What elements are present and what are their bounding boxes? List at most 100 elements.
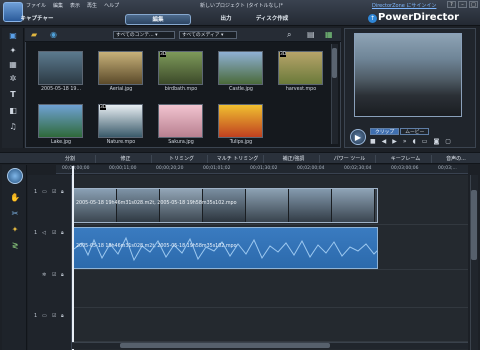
- library-thumbnail[interactable]: [98, 51, 143, 85]
- video-track-icon: ▭: [42, 189, 47, 195]
- scissors-icon[interactable]: ✂: [8, 209, 22, 221]
- audio-clip-label: 2005-05-18 19h46m31s028.m2t, 2005-05-18 …: [76, 244, 237, 249]
- track-divider: [72, 269, 468, 270]
- signin-link[interactable]: DirectorZone にサインイン: [372, 2, 436, 9]
- audio-tool-icon[interactable]: ≷: [8, 241, 22, 253]
- library-thumbnail[interactable]: 3D: [158, 51, 203, 85]
- menu-view[interactable]: 表示: [70, 2, 80, 9]
- library-thumbnail[interactable]: [158, 104, 203, 138]
- audio-mixing-icon[interactable]: ♫: [6, 122, 20, 134]
- help-button[interactable]: ?: [447, 1, 456, 8]
- lock-icon[interactable]: 🔒︎: [61, 272, 64, 278]
- library-thumbnail[interactable]: [218, 51, 263, 85]
- play-button[interactable]: ▶: [350, 129, 366, 145]
- import-folder-icon[interactable]: ▰: [31, 30, 37, 39]
- document-title: 新しいプロジェクト (タイトルなし)*: [200, 3, 283, 9]
- lock-icon[interactable]: 🔒︎: [61, 230, 64, 236]
- track-divider: [72, 307, 468, 308]
- library-item-label: Tulips.jpg: [229, 140, 253, 145]
- search-icon[interactable]: ⌕: [287, 30, 291, 40]
- media-filter-dropdown[interactable]: すべてのメディア ▾: [179, 31, 237, 39]
- enhance-button[interactable]: 補正/強調: [263, 155, 323, 163]
- wand-icon[interactable]: ✦: [8, 225, 22, 237]
- library-item-label: 2005-05-18 19...: [40, 87, 82, 92]
- transition-room-icon[interactable]: ◧: [6, 106, 20, 118]
- tab-capture[interactable]: キャプチャー: [4, 14, 70, 25]
- clip-movie-toggle: クリップ ムービー: [370, 128, 430, 135]
- particle-room-icon[interactable]: ✲: [6, 74, 20, 86]
- track-checkbox[interactable]: ☑: [52, 272, 56, 278]
- timeline-horizontal-scrollbar-thumb[interactable]: [120, 343, 330, 348]
- ruler-tick-label: 00;01;01;02: [203, 166, 231, 171]
- brand-logo: PowerDirector: [378, 12, 460, 23]
- fix-button[interactable]: 修正: [95, 155, 155, 163]
- library-item-label: Nature.mpo: [106, 140, 136, 145]
- clip-mode-button[interactable]: クリップ: [370, 128, 400, 135]
- prev-frame-icon[interactable]: ◀: [382, 138, 387, 145]
- track-checkbox[interactable]: ☑: [52, 230, 56, 236]
- content-filter-dropdown[interactable]: すべてのコンテ... ▾: [113, 31, 175, 39]
- lock-icon[interactable]: 🔒︎: [61, 189, 64, 195]
- library-item-label: Aerial.jpg: [109, 87, 133, 92]
- video-clip[interactable]: 2005-05-18 19h46m31s028.m2t, 2005-05-18 …: [73, 188, 378, 223]
- clip-frame: [332, 189, 375, 222]
- title-room-icon[interactable]: T: [6, 90, 20, 102]
- movie-mode-button[interactable]: ムービー: [400, 128, 430, 135]
- fast-forward-icon[interactable]: »: [403, 138, 407, 145]
- media-room-icon[interactable]: ▣: [6, 31, 20, 43]
- lock-icon[interactable]: 🔒︎: [61, 313, 64, 319]
- library-thumbnail[interactable]: [38, 104, 83, 138]
- fullscreen-icon[interactable]: ▢: [445, 138, 451, 145]
- volume-icon[interactable]: ◖: [413, 138, 416, 145]
- trim-button[interactable]: トリミング: [151, 155, 211, 163]
- pip-room-icon[interactable]: ▦: [6, 60, 20, 72]
- library-scrollbar-thumb[interactable]: [332, 48, 337, 78]
- menu-file[interactable]: ファイル: [26, 2, 46, 9]
- audio-track-icon: ◁: [42, 230, 46, 236]
- preview-video: [354, 33, 462, 117]
- effects-room-icon[interactable]: ✦: [6, 46, 20, 58]
- minimize-button[interactable]: –: [458, 1, 467, 8]
- 3d-icon[interactable]: ▭: [422, 138, 428, 145]
- keyframe-button[interactable]: キーフレーム: [375, 155, 435, 163]
- library-item-label: harvest.mpo: [285, 87, 317, 92]
- track-headers: 1 ▭ ☑ 🔒︎ 1 ◁ ☑ 🔒︎ ✲ ☑ 🔒︎ 1 ▭ ☑ 🔒︎: [28, 175, 72, 350]
- tab-edit[interactable]: 編集: [125, 14, 191, 25]
- room-toolbar: ▣ ✦ ▦ ✲ T ◧ ♫: [2, 28, 24, 148]
- ruler-tick-label: 00;00;00;00: [62, 166, 90, 171]
- snapshot-icon[interactable]: ◙: [433, 138, 439, 145]
- next-frame-icon[interactable]: ▶: [392, 138, 397, 145]
- timeline-ruler[interactable]: 00;00;00;00 00;00;11;00 00;00;20;20 00;01;0…: [56, 165, 468, 174]
- library-thumbnail[interactable]: [38, 51, 83, 85]
- view-mode-icon[interactable]: ▤: [307, 30, 315, 39]
- audio-button[interactable]: 音声の...: [431, 155, 480, 163]
- ruler-tick-label: 00;02;00;04: [297, 166, 325, 171]
- timeline-vertical-scrollbar-thumb[interactable]: [471, 190, 477, 260]
- library-thumbnail[interactable]: [218, 104, 263, 138]
- library-item-label: Sakura.jpg: [168, 140, 194, 145]
- split-button[interactable]: 分割: [40, 155, 100, 163]
- hand-tool-icon[interactable]: ✋: [8, 193, 22, 205]
- badge-3d: 3D: [280, 52, 287, 57]
- directorzone-icon[interactable]: ◉: [50, 30, 57, 39]
- magic-wand-icon[interactable]: [7, 168, 23, 184]
- menu-edit[interactable]: 編集: [53, 2, 63, 9]
- tab-disc[interactable]: ディスク作成: [242, 14, 302, 25]
- track-checkbox[interactable]: ☑: [52, 189, 56, 195]
- stop-icon[interactable]: ■: [370, 138, 376, 145]
- playhead[interactable]: [72, 166, 74, 350]
- maximize-button[interactable]: □: [469, 1, 478, 8]
- audio-clip[interactable]: 2005-05-18 19h46m31s028.m2t, 2005-05-18 …: [73, 227, 378, 269]
- library-item-label: birdbath.mpo: [164, 87, 198, 92]
- library-item-label: Lake.jpg: [50, 140, 72, 145]
- menu-play[interactable]: 再生: [87, 2, 97, 9]
- library-item-label: Castle.jpg: [229, 87, 253, 92]
- track-checkbox[interactable]: ☑: [52, 313, 56, 319]
- menu-help[interactable]: ヘルプ: [104, 2, 119, 9]
- power-tools-button[interactable]: パワー ツール: [319, 155, 379, 163]
- grid-view-icon[interactable]: ▦: [325, 30, 333, 39]
- ruler-tick-label: 00;00;20;20: [156, 166, 184, 171]
- library-thumbnail[interactable]: 3D: [278, 51, 323, 85]
- multi-trim-button[interactable]: マルチ トリミング: [207, 155, 267, 163]
- library-thumbnail[interactable]: 3D: [98, 104, 143, 138]
